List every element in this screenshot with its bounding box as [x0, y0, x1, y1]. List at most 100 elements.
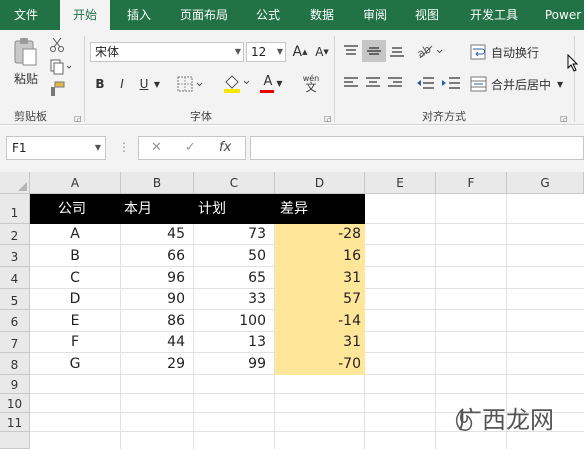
row-header-2[interactable]: 2 [0, 224, 30, 245]
alignment-launcher-icon[interactable]: ◲ [560, 114, 568, 123]
format-painter-icon[interactable] [48, 80, 66, 98]
tab-file[interactable]: 文件 [4, 0, 48, 30]
merge-center-button[interactable]: 合并后居中 ▼ [470, 74, 570, 94]
column-header-d[interactable]: D [275, 172, 365, 194]
header-cell-company[interactable]: 公司 [54, 198, 114, 220]
align-bottom-icon[interactable] [388, 42, 406, 60]
table-cell[interactable]: 57 [275, 288, 365, 310]
table-cell[interactable]: C [30, 267, 120, 289]
row-header-1[interactable]: 1 [0, 194, 30, 224]
table-cell[interactable]: -14 [275, 310, 365, 332]
row-header-3[interactable]: 3 [0, 245, 30, 267]
increase-indent-icon[interactable] [440, 74, 462, 92]
tab-view[interactable]: 视图 [404, 0, 450, 30]
tab-page-layout[interactable]: 页面布局 [168, 0, 240, 30]
column-header-b[interactable]: B [121, 172, 194, 194]
insert-function-icon[interactable]: fx [219, 140, 231, 155]
fill-color-icon[interactable] [222, 72, 252, 94]
formula-input[interactable] [250, 136, 584, 160]
select-all-button[interactable] [0, 172, 30, 194]
tab-formulas[interactable]: 公式 [246, 0, 290, 30]
table-cell[interactable]: 66 [121, 245, 189, 267]
font-name-select[interactable]: 宋体 ▼ [90, 42, 244, 62]
table-cell[interactable]: 31 [275, 267, 365, 289]
table-cell[interactable]: 44 [121, 331, 189, 353]
table-cell[interactable]: D [30, 288, 120, 310]
table-cell[interactable]: F [30, 331, 120, 353]
tab-insert[interactable]: 插入 [116, 0, 162, 30]
row-header-6[interactable]: 6 [0, 310, 30, 332]
table-cell[interactable]: E [30, 310, 120, 332]
row-header-12[interactable] [0, 432, 30, 449]
cut-icon[interactable] [48, 36, 66, 54]
font-launcher-icon[interactable]: ◲ [324, 114, 332, 123]
table-cell[interactable]: 31 [275, 331, 365, 353]
table-cell[interactable]: 29 [121, 353, 189, 375]
font-size-select[interactable]: 12 ▼ [246, 42, 286, 62]
svg-text:ab: ab [416, 42, 433, 60]
table-cell[interactable]: 100 [194, 310, 270, 332]
table-cell[interactable]: B [30, 245, 120, 267]
borders-icon[interactable] [176, 74, 206, 94]
table-cell[interactable]: G [30, 353, 120, 375]
tab-power[interactable]: Power [538, 0, 584, 30]
row-header-4[interactable]: 4 [0, 267, 30, 289]
enter-icon[interactable]: ✓ [185, 140, 196, 155]
header-cell-plan[interactable]: 计划 [194, 198, 254, 220]
table-cell[interactable]: 96 [121, 267, 189, 289]
grow-font-button[interactable]: A ▲ [292, 42, 308, 62]
formula-bar-grip-icon[interactable]: ⋮ [118, 140, 130, 154]
tab-data[interactable]: 数据 [298, 0, 346, 30]
header-cell-this-month[interactable]: 本月 [120, 198, 180, 220]
row-header-11[interactable]: 11 [0, 413, 30, 432]
table-cell[interactable]: 99 [194, 353, 270, 375]
font-color-button[interactable]: A ▼ [258, 72, 288, 94]
column-header-g[interactable]: G [507, 172, 584, 194]
column-header-f[interactable]: F [436, 172, 507, 194]
paste-icon[interactable] [10, 36, 40, 68]
align-middle-icon[interactable] [362, 40, 386, 62]
align-left-icon[interactable] [342, 74, 360, 92]
align-center-icon[interactable] [364, 74, 382, 92]
header-cell-variance[interactable]: 差异 [276, 198, 336, 220]
wrap-text-button[interactable]: 自动换行 [470, 42, 550, 62]
table-cell[interactable]: A [30, 223, 120, 245]
clipboard-launcher-icon[interactable]: ◲ [74, 114, 82, 123]
tab-review[interactable]: 审阅 [352, 0, 398, 30]
name-box[interactable]: F1 ▼ [6, 136, 106, 160]
decrease-indent-icon[interactable] [414, 74, 436, 92]
table-cell[interactable]: 65 [194, 267, 270, 289]
copy-icon[interactable] [48, 58, 74, 76]
column-header-a[interactable]: A [30, 172, 121, 194]
table-cell[interactable]: 73 [194, 223, 270, 245]
table-cell[interactable]: 45 [121, 223, 189, 245]
table-cell[interactable]: 86 [121, 310, 189, 332]
align-right-icon[interactable] [386, 74, 404, 92]
table-cell[interactable]: -28 [275, 223, 365, 245]
underline-button[interactable]: U [136, 74, 152, 94]
table-cell[interactable]: -70 [275, 353, 365, 375]
cancel-icon[interactable]: ✕ [151, 140, 162, 155]
align-top-icon[interactable] [342, 42, 360, 60]
row-header-9[interactable]: 9 [0, 375, 30, 394]
table-cell[interactable]: 16 [275, 245, 365, 267]
row-header-10[interactable]: 10 [0, 394, 30, 413]
table-cell[interactable]: 50 [194, 245, 270, 267]
chevron-down-icon[interactable]: ▼ [152, 74, 162, 94]
column-header-c[interactable]: C [194, 172, 275, 194]
paste-button[interactable]: 粘贴 [10, 70, 42, 86]
shrink-font-button[interactable]: A ▼ [314, 42, 330, 62]
table-cell[interactable]: 13 [194, 331, 270, 353]
bold-button[interactable]: B [92, 74, 108, 94]
phonetic-button[interactable]: wén 文 [296, 72, 326, 94]
tab-home[interactable]: 开始 [60, 0, 110, 30]
row-header-8[interactable]: 8 [0, 353, 30, 375]
row-header-7[interactable]: 7 [0, 332, 30, 353]
table-cell[interactable]: 33 [194, 288, 270, 310]
table-cell[interactable]: 90 [121, 288, 189, 310]
row-header-5[interactable]: 5 [0, 289, 30, 310]
italic-button[interactable]: I [114, 74, 130, 94]
tab-developer[interactable]: 开发工具 [458, 0, 530, 30]
orientation-icon[interactable]: ab [416, 40, 446, 62]
column-header-e[interactable]: E [365, 172, 436, 194]
